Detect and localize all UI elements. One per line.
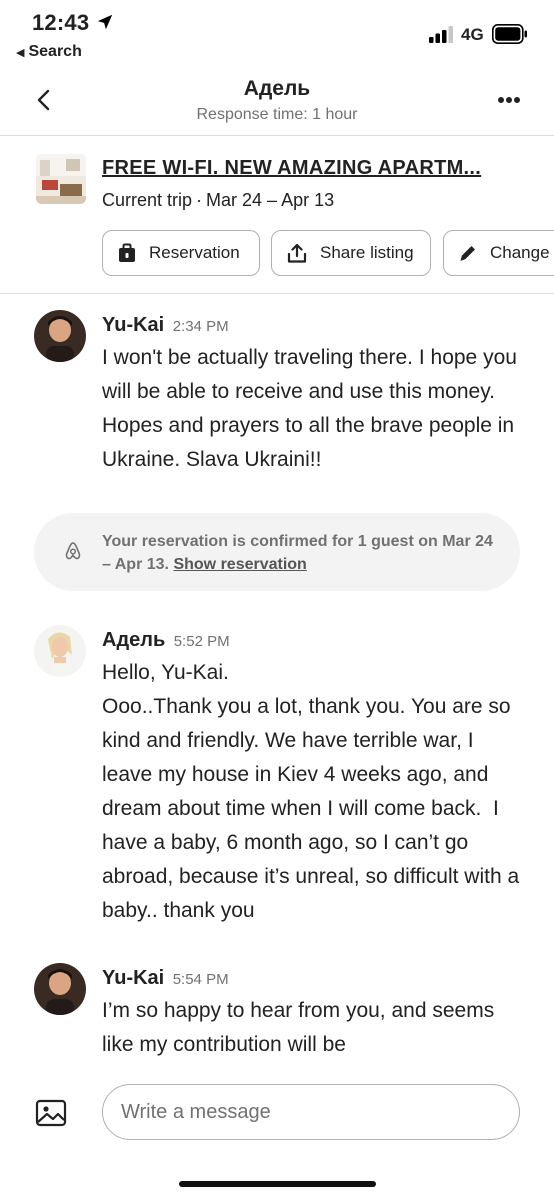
apartment-photo-icon — [36, 154, 86, 204]
sender-name: Адель — [102, 629, 166, 651]
message-header: Yu-Kai 5:54 PM — [102, 967, 229, 990]
airbnb-logo-icon — [65, 542, 81, 560]
message-text: Hello, Yu-Kai. Ooo..Thank you a lot, tha… — [102, 656, 522, 928]
status-bar: 12:43 ◀ Search 4G — [0, 0, 554, 68]
reservation-label: Reservation — [149, 243, 240, 262]
listing-thumbnail[interactable] — [36, 154, 86, 204]
message-text-content: I won't be actually traveling there. I h… — [102, 346, 523, 471]
back-app-label: Search — [28, 43, 82, 60]
pencil-icon — [460, 246, 475, 261]
message-header: Адель 5:52 PM — [102, 629, 230, 652]
listing-summary: FREE WI-FI. NEW AMAZING APARTM... Curren… — [0, 137, 554, 294]
network-type: 4G — [461, 25, 484, 44]
cellular-signal-icon — [429, 26, 453, 43]
reservation-notice: Your reservation is confirmed for 1 gues… — [34, 513, 520, 591]
back-triangle-icon: ◀ — [16, 46, 25, 59]
location-arrow-icon — [97, 14, 113, 30]
change-label: Change — [490, 243, 550, 262]
back-to-app[interactable]: ◀ Search — [16, 43, 82, 61]
show-reservation-link[interactable]: Show reservation — [173, 556, 306, 573]
more-options-icon[interactable] — [496, 90, 522, 110]
avatar-yu-kai[interactable] — [34, 963, 86, 1015]
change-reservation-button[interactable]: Change — [443, 230, 554, 276]
avatar-photo-icon — [34, 963, 86, 1015]
trip-dates: Mar 24 – Apr 13 — [206, 190, 335, 210]
avatar-yu-kai[interactable] — [34, 310, 86, 362]
trip-separator: · — [196, 190, 203, 210]
share-icon — [287, 243, 307, 263]
conversation-header: Адель Response time: 1 hour — [0, 68, 554, 136]
avatar-photo-icon — [34, 310, 86, 362]
message-time: 5:54 PM — [172, 971, 229, 988]
image-attach-icon[interactable] — [35, 1098, 67, 1128]
share-listing-label: Share listing — [320, 243, 414, 262]
message-text-content: I’m so happy to hear from you, and seems… — [102, 999, 501, 1056]
status-time: 12:43 — [32, 10, 90, 35]
trip-info: Current trip · Mar 24 – Apr 13 — [102, 190, 334, 211]
battery-icon — [492, 24, 527, 44]
notice-text: Your reservation is confirmed for 1 gues… — [102, 530, 502, 576]
share-listing-button[interactable]: Share listing — [271, 230, 431, 276]
sender-name: Yu-Kai — [102, 967, 165, 989]
message-text: I’m so happy to hear from you, and seems… — [102, 994, 522, 1062]
avatar-photo-icon — [34, 625, 86, 677]
message-time: 5:52 PM — [173, 633, 230, 650]
sender-name: Yu-Kai — [102, 314, 165, 336]
home-indicator — [179, 1181, 376, 1187]
host-name: Адель — [243, 77, 311, 100]
listing-title[interactable]: FREE WI-FI. NEW AMAZING APARTM... — [102, 157, 481, 180]
message-text: I won't be actually traveling there. I h… — [102, 341, 522, 477]
message-time: 2:34 PM — [172, 318, 229, 335]
message-composer — [0, 1070, 554, 1160]
reservation-button[interactable]: Reservation — [102, 230, 260, 276]
message-text-content: Hello, Yu-Kai. Ooo..Thank you a lot, tha… — [102, 661, 520, 922]
avatar-host[interactable] — [34, 625, 86, 677]
response-time: Response time: 1 hour — [196, 106, 358, 123]
message-header: Yu-Kai 2:34 PM — [102, 314, 229, 337]
trip-label: Current trip — [102, 190, 193, 210]
message-input[interactable] — [102, 1084, 520, 1140]
suitcase-icon — [119, 243, 135, 262]
